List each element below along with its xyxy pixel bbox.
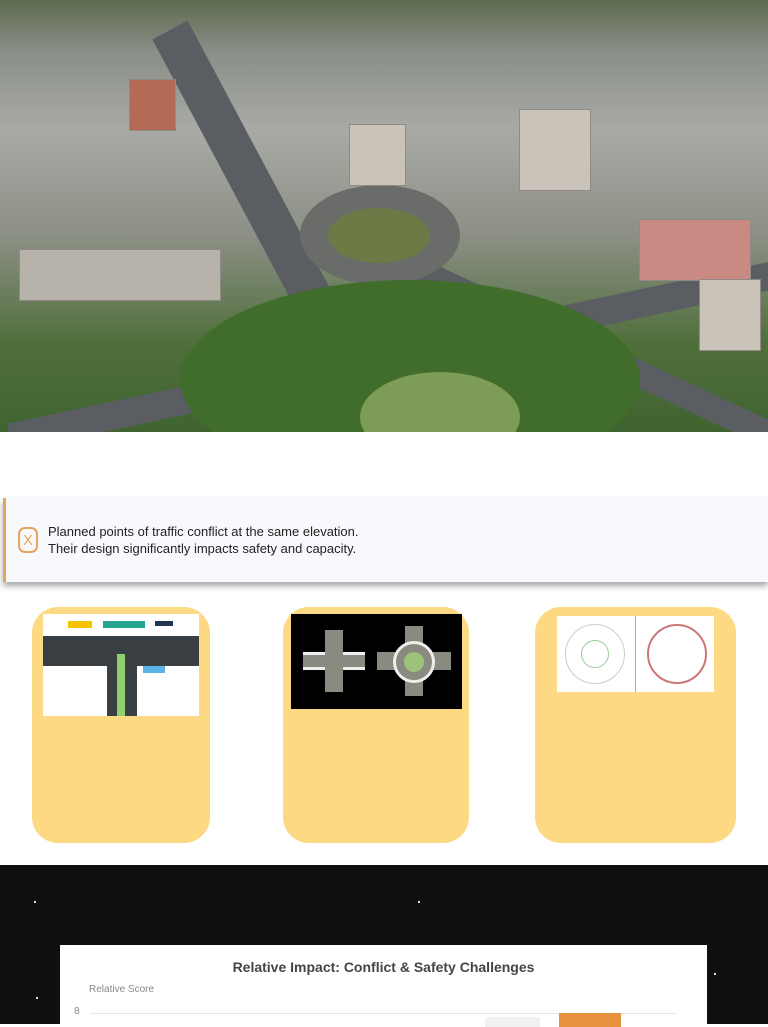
callout-line-2: Their design significantly impacts safet…: [48, 541, 357, 556]
aerial-roundabout-photo: [0, 0, 768, 432]
y-tick-8: 8: [74, 1006, 80, 1017]
octagon-x-icon: X: [18, 527, 38, 553]
card-t-intersection: [32, 607, 210, 843]
roundabout-conflict-diagrams: [557, 616, 714, 692]
card-roundabout-conflicts: [535, 607, 736, 843]
impact-bar-chart: Relative Impact: Conflict & Safety Chall…: [60, 945, 707, 1027]
y-axis-label: Relative Score: [89, 984, 155, 995]
bar-highest: [559, 1013, 621, 1027]
conflict-points-callout: X Planned points of traffic conflict at …: [3, 498, 768, 582]
intersection-vs-roundabout: [291, 614, 462, 709]
card-intersection-comparison: [283, 607, 469, 843]
callout-line-1: Planned points of traffic conflict at th…: [48, 524, 359, 539]
chart-title: Relative Impact: Conflict & Safety Chall…: [232, 959, 535, 975]
t-intersection-diagram: [43, 614, 199, 716]
bar-light: [485, 1017, 540, 1027]
